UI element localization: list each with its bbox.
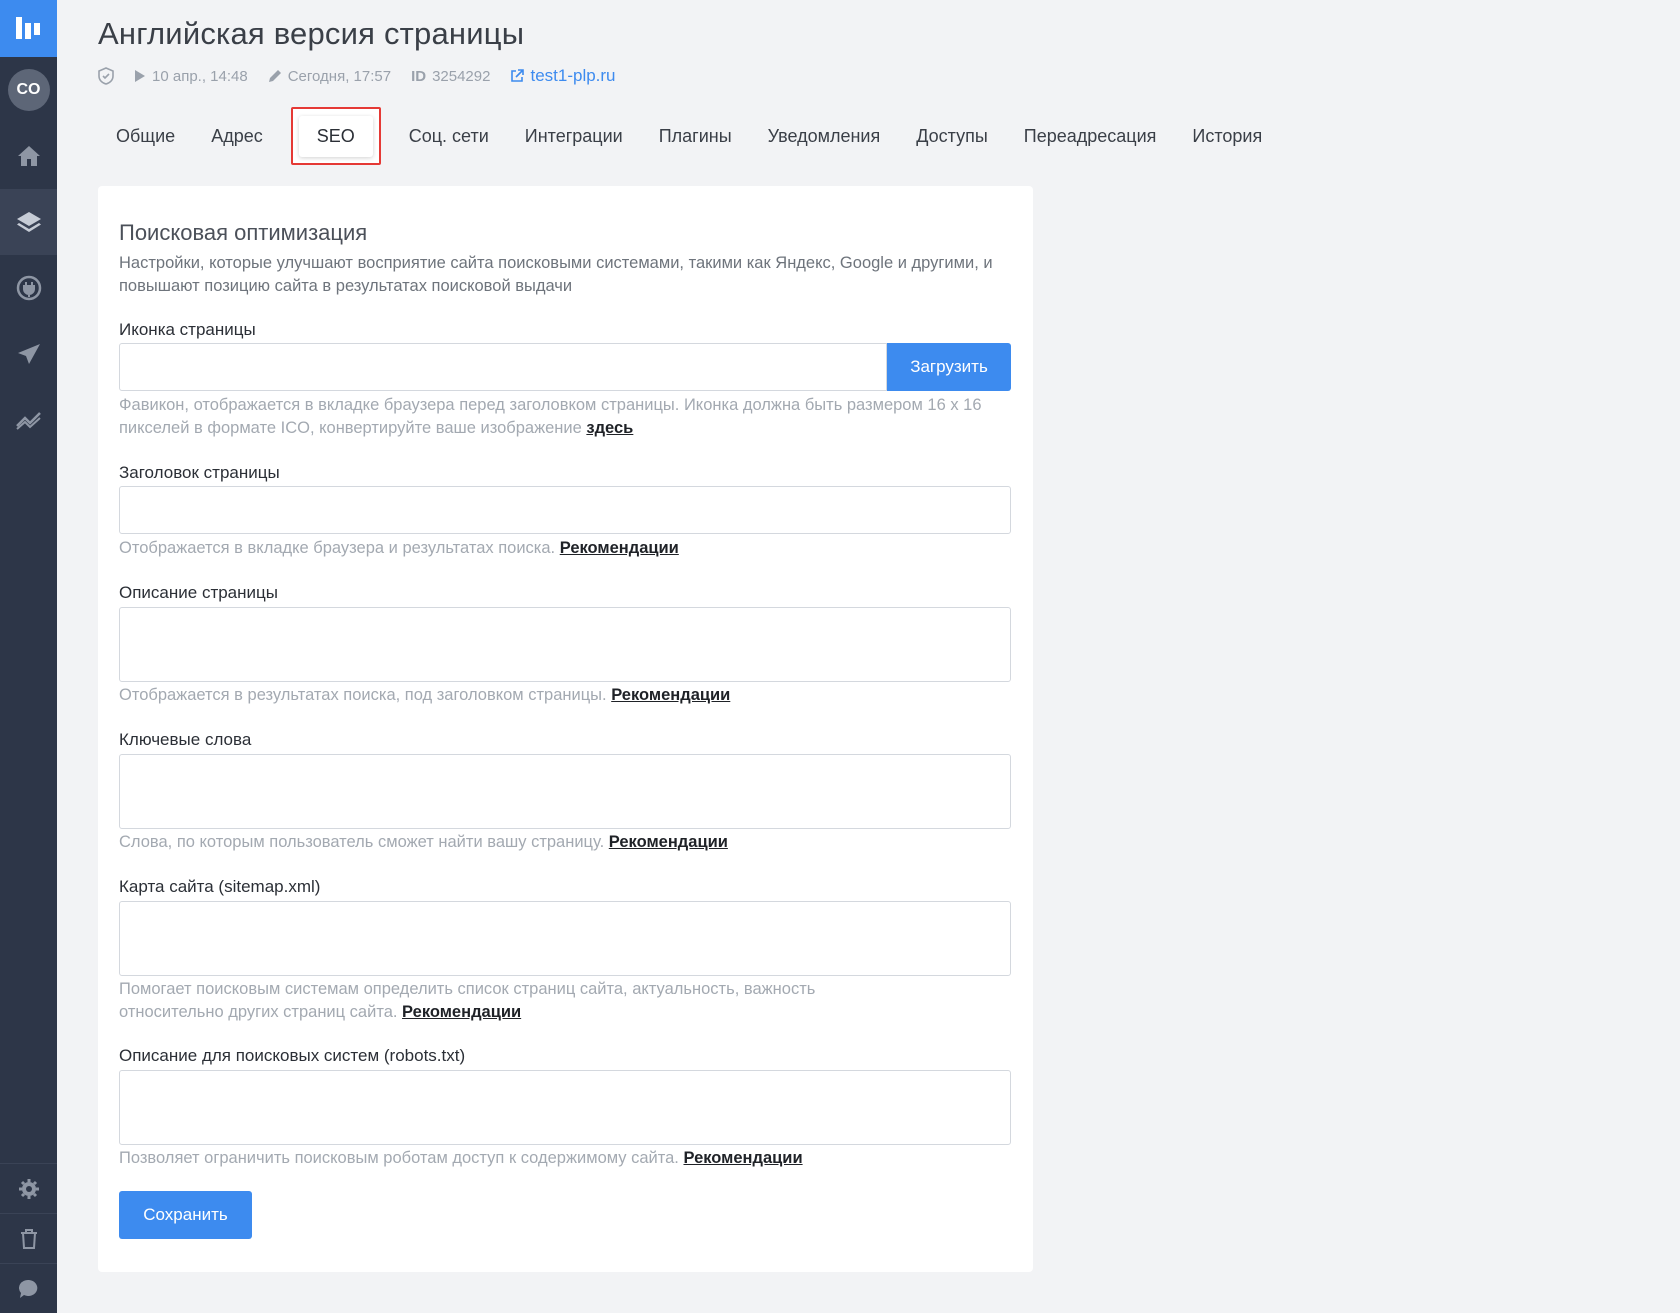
published-date-text: 10 апр., 14:48 xyxy=(152,67,248,85)
page-description-label: Описание страницы xyxy=(119,583,278,602)
page-title-recommendations-link[interactable]: Рекомендации xyxy=(560,539,679,557)
favicon-input[interactable] xyxy=(119,343,887,391)
sitemap-recommendations-link[interactable]: Рекомендации xyxy=(402,1003,521,1021)
tab-redirect[interactable]: Переадресация xyxy=(1006,104,1175,168)
edited-date: Сегодня, 17:57 xyxy=(268,68,391,85)
page-description-hint: Отображается в результатах поиска, под з… xyxy=(119,684,1019,707)
tab-bar: Общие Адрес SEO Соц. сети Интеграции Пла… xyxy=(98,104,1280,168)
sitemap-input[interactable] xyxy=(119,901,1011,976)
page-title-hint-text: Отображается в вкладке браузера и резуль… xyxy=(119,539,560,557)
tab-address[interactable]: Адрес xyxy=(193,104,281,168)
layers-icon[interactable] xyxy=(0,189,57,255)
avatar[interactable]: CO xyxy=(7,69,50,111)
analytics-icon[interactable] xyxy=(0,387,57,453)
keywords-recommendations-link[interactable]: Рекомендации xyxy=(609,833,728,851)
keywords-label: Ключевые слова xyxy=(119,730,252,749)
page-title-hint: Отображается в вкладке браузера и резуль… xyxy=(119,537,1019,560)
tab-plugins[interactable]: Плагины xyxy=(641,104,750,168)
robots-hint: Позволяет ограничить поисковым роботам д… xyxy=(119,1147,1019,1170)
tab-integrations[interactable]: Интеграции xyxy=(507,104,641,168)
home-icon[interactable] xyxy=(0,123,57,189)
sitemap-label: Карта сайта (sitemap.xml) xyxy=(119,877,321,896)
play-icon xyxy=(135,70,145,82)
favicon-convert-link[interactable]: здесь xyxy=(586,419,633,437)
shield-icon xyxy=(98,67,114,85)
seo-card: Поисковая оптимизация Настройки, которые… xyxy=(98,186,1033,1272)
keywords-hint: Слова, по которым пользователь сможет на… xyxy=(119,831,1019,854)
page-title: Английская версия страницы xyxy=(98,16,525,51)
robots-hint-text: Позволяет ограничить поисковым роботам д… xyxy=(119,1149,684,1167)
robots-label: Описание для поисковых систем (robots.tx… xyxy=(119,1046,466,1065)
logo-icon[interactable] xyxy=(0,0,57,57)
page-description-recommendations-link[interactable]: Рекомендации xyxy=(611,686,730,704)
page-description-input[interactable] xyxy=(119,607,1011,682)
sitemap-hint: Помогает поисковым системам определить с… xyxy=(119,978,919,1024)
tab-seo-label[interactable]: SEO xyxy=(298,115,373,157)
keywords-input[interactable] xyxy=(119,754,1011,829)
trash-icon[interactable] xyxy=(0,1213,57,1263)
published-date: 10 апр., 14:48 xyxy=(134,68,248,85)
chat-icon[interactable] xyxy=(0,1263,57,1313)
tab-access[interactable]: Доступы xyxy=(898,104,1006,168)
gear-icon[interactable] xyxy=(0,1163,57,1213)
site-link[interactable]: test1-plp.ru xyxy=(510,66,616,86)
keywords-hint-text: Слова, по которым пользователь сможет на… xyxy=(119,833,609,851)
tab-notifications[interactable]: Уведомления xyxy=(750,104,899,168)
robots-input[interactable] xyxy=(119,1070,1011,1145)
id-value: 3254292 xyxy=(432,67,491,85)
external-link-icon xyxy=(511,69,525,82)
upload-button[interactable]: Загрузить xyxy=(887,343,1011,391)
tab-social[interactable]: Соц. сети xyxy=(391,104,507,168)
page-meta: 10 апр., 14:48 Сегодня, 17:57 ID 3254292… xyxy=(98,64,628,88)
robots-recommendations-link[interactable]: Рекомендации xyxy=(683,1149,802,1167)
save-button[interactable]: Сохранить xyxy=(119,1191,252,1239)
page-id: ID 3254292 xyxy=(411,68,490,85)
favicon-hint-text: Фавикон, отображается в вкладке браузера… xyxy=(119,396,982,437)
site-link-text[interactable]: test1-plp.ru xyxy=(530,66,615,86)
section-description: Настройки, которые улучшают восприятие с… xyxy=(119,254,993,295)
page-title-input[interactable] xyxy=(119,486,1011,534)
send-icon[interactable] xyxy=(0,321,57,387)
tab-seo-highlight: SEO xyxy=(290,107,381,165)
favicon-label: Иконка страницы xyxy=(119,320,256,339)
tab-general[interactable]: Общие xyxy=(98,104,193,168)
pencil-icon xyxy=(268,70,281,82)
section-title: Поисковая оптимизация xyxy=(119,220,368,245)
favicon-hint: Фавикон, отображается в вкладке браузера… xyxy=(119,394,1019,440)
sidebar: CO xyxy=(0,0,57,1313)
edited-date-text: Сегодня, 17:57 xyxy=(287,67,392,85)
id-label: ID xyxy=(411,67,427,85)
page-title-label: Заголовок страницы xyxy=(119,463,280,482)
page-description-hint-text: Отображается в результатах поиска, под з… xyxy=(119,686,612,704)
plug-icon[interactable] xyxy=(0,255,57,321)
tab-seo[interactable]: SEO xyxy=(283,104,389,168)
tab-history[interactable]: История xyxy=(1174,104,1280,168)
